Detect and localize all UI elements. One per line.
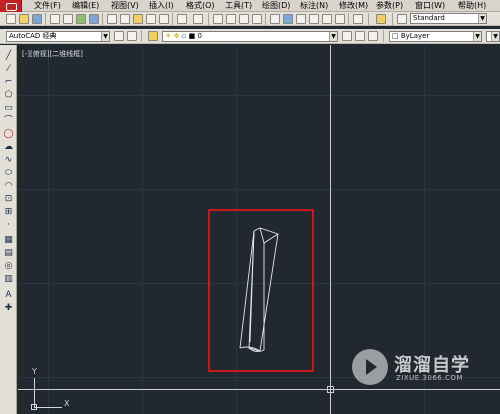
publish-icon[interactable] [76,14,86,24]
text-style-icon[interactable] [376,14,386,24]
workspace-settings-icon[interactable] [114,31,124,41]
ellipse-icon[interactable]: ⬭ [3,168,14,179]
menu-format[interactable]: 格式(O) [186,1,215,11]
text-style-value: Standard [413,14,445,22]
workspace-value: AutoCAD 经典 [9,32,57,40]
crosshair-pickbox [327,386,334,393]
menu-edit[interactable]: 编辑(E) [72,1,99,11]
menu-tools[interactable]: 工具(T) [225,1,252,11]
polyline-icon[interactable]: ⌐ [3,77,14,88]
arc-icon[interactable]: ⌒ [3,116,14,127]
save-icon[interactable] [32,14,42,24]
properties-icon[interactable] [270,14,280,24]
table-icon[interactable]: ▥ [3,274,14,285]
highlight-rectangle [208,209,314,372]
markup-icon[interactable] [322,14,332,24]
circle-icon[interactable]: ◯ [3,129,14,140]
make-block-icon[interactable]: ⊞ [3,207,14,218]
region-icon[interactable]: ◎ [3,261,14,272]
watermark-url: ZIXUE.3066.COM [396,374,463,382]
menu-bar: 文件(F) 编辑(E) 视图(V) 插入(I) 格式(O) 工具(T) 绘图(D… [0,0,500,12]
tool-palettes-icon[interactable] [296,14,306,24]
my-workspace-icon[interactable] [127,31,137,41]
ucs-x-axis [34,407,62,408]
rectangle-icon[interactable]: ▭ [3,103,14,114]
print-preview-icon[interactable] [63,14,73,24]
zoom-window-icon[interactable] [239,14,249,24]
paste-icon[interactable] [133,14,143,24]
layer-previous-icon[interactable] [355,31,365,41]
layer-properties-icon[interactable] [148,31,158,41]
cut-icon[interactable] [107,14,117,24]
undo-icon[interactable] [177,14,187,24]
ucs-x-label: X [64,399,70,408]
menu-window[interactable]: 窗口(W) [415,1,445,11]
spline-icon[interactable]: ∿ [3,155,14,166]
menu-parameter[interactable]: 参数(P) [376,1,403,11]
revision-cloud-icon[interactable]: ☁ [3,142,14,153]
menu-draw[interactable]: 绘图(D) [262,1,290,11]
text-style-select[interactable]: Standard ▼ [410,13,487,24]
lightbulb-icon: ☀ [165,32,172,40]
chevron-down-icon: ▼ [491,32,499,41]
construction-line-icon[interactable]: ⁄ [3,64,14,75]
color-select[interactable]: □ ByLayer ▼ [389,31,482,42]
ellipse-arc-icon[interactable]: ◠ [3,181,14,192]
open-file-icon[interactable] [19,14,29,24]
autocad-app-icon[interactable] [0,0,22,12]
draw-toolbar: ╱ ⁄ ⌐ ⬠ ▭ ⌒ ◯ ☁ ∿ ⬭ ◠ ⊡ ⊞ · ▦ ▤ ◎ ▥ A ✚ [0,45,17,414]
color-swatch-icon: □ [392,32,399,40]
help-icon[interactable] [353,14,363,24]
design-center-icon[interactable] [283,14,293,24]
multiline-text-icon[interactable]: A [3,290,14,301]
menu-dimension[interactable]: 标注(N) [300,1,328,11]
gradient-icon[interactable]: ▤ [3,248,14,259]
insert-block-icon[interactable]: ⊡ [3,194,14,205]
quick-calc-icon[interactable] [335,14,345,24]
add-selected-icon[interactable]: ✚ [3,303,14,314]
chevron-down-icon: ▼ [101,32,109,41]
chevron-down-icon: ▼ [473,32,481,41]
menu-file[interactable]: 文件(F) [34,1,61,11]
crosshair-vertical [330,45,331,414]
zoom-realtime-icon[interactable] [226,14,236,24]
match-properties-icon[interactable] [146,14,156,24]
standard-toolbar: Standard ▼ [0,12,500,26]
watermark: 溜溜自学 ZIXUE.3066.COM [352,349,472,393]
workspace-select[interactable]: AutoCAD 经典 ▼ [6,31,110,42]
layer-state-icon[interactable] [368,31,378,41]
print-icon[interactable] [50,14,60,24]
chevron-down-icon: ▼ [478,14,486,23]
color-value: ByLayer [400,32,430,40]
point-icon[interactable]: · [3,220,14,231]
menu-view[interactable]: 视图(V) [111,1,139,11]
redo-icon[interactable] [193,14,203,24]
3d-print-icon[interactable] [89,14,99,24]
lock-icon: ▫ [181,32,187,40]
copy-icon[interactable] [120,14,130,24]
hatch-icon[interactable]: ▦ [3,235,14,246]
sheet-set-icon[interactable] [309,14,319,24]
pan-icon[interactable] [213,14,223,24]
play-logo-icon [352,349,388,385]
new-file-icon[interactable] [6,14,16,24]
menu-modify[interactable]: 修改(M) [339,1,368,11]
layer-color-icon: ■ [188,32,196,40]
line-icon[interactable]: ╱ [3,51,14,62]
ucs-y-label: Y [32,367,37,376]
zoom-previous-icon[interactable] [252,14,262,24]
menu-help[interactable]: 帮助(H) [458,1,486,11]
layer-select[interactable]: ☀ ✲ ▫ ■ 0 ▼ [162,31,338,42]
layers-toolbar: AutoCAD 经典 ▼ ☀ ✲ ▫ ■ 0 ▼ □ ByLayer ▼ ▼ [0,29,500,44]
ucs-origin-icon [31,404,37,410]
layer-value: 0 [197,32,202,40]
block-editor-icon[interactable] [159,14,169,24]
sun-icon: ✲ [173,32,180,40]
menu-insert[interactable]: 插入(I) [149,1,174,11]
linetype-select[interactable]: ▼ [486,31,500,42]
polygon-icon[interactable]: ⬠ [3,90,14,101]
chevron-down-icon: ▼ [329,32,337,41]
make-object-layer-current-icon[interactable] [342,31,352,41]
text-style-manager-icon[interactable] [397,14,407,24]
